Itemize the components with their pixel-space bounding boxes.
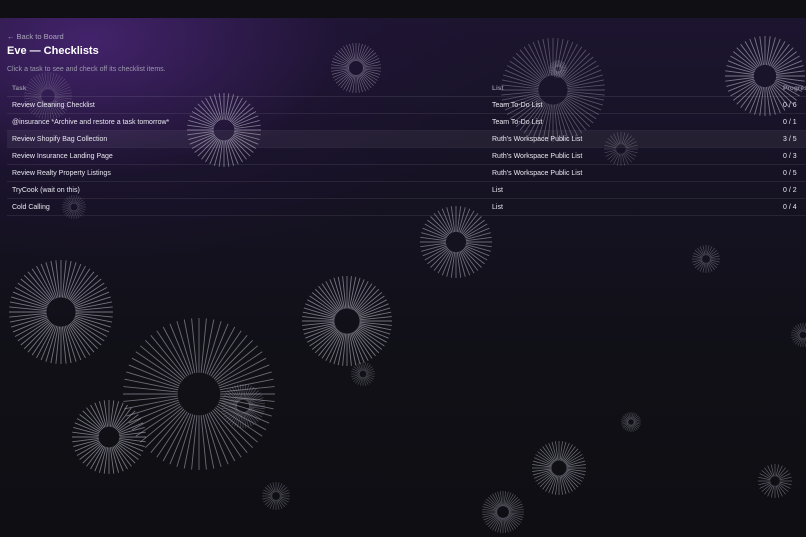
table-row[interactable]: Review Shopify Bag Collection Ruth's Wor… (7, 130, 806, 148)
task-name: @insurance *Archive and restore a task t… (7, 113, 487, 131)
column-header-list: List (487, 80, 778, 97)
list-name: List (487, 181, 778, 199)
list-name: Team To-Do List (487, 113, 778, 131)
page-subtitle: Click a task to see and check off its ch… (7, 66, 166, 73)
checklist-table: Task List Progress Review Cleaning Check… (7, 80, 806, 216)
column-header-progress: Progress (778, 80, 806, 97)
checklist-progress: 0 / 5 (778, 164, 806, 182)
task-name: Review Realty Property Listings (7, 164, 487, 182)
checklist-progress: 0 / 2 (778, 181, 806, 199)
table-row[interactable]: Cold Calling List 0 / 4 (7, 198, 806, 216)
top-bar (0, 0, 806, 18)
table-row[interactable]: Review Insurance Landing Page Ruth's Wor… (7, 147, 806, 165)
firework-burst (9, 260, 113, 364)
page-title: Eve — Checklists (7, 45, 99, 57)
firework-burst (351, 362, 375, 386)
firework-burst (532, 441, 586, 495)
firework-burst (262, 482, 290, 510)
task-name: TryCook (wait on this) (7, 181, 487, 199)
table-row[interactable]: @insurance *Archive and restore a task t… (7, 113, 806, 131)
task-name: Cold Calling (7, 198, 487, 216)
list-name: Ruth's Workspace Public List (487, 164, 778, 182)
task-name: Review Shopify Bag Collection (7, 130, 487, 148)
table-row[interactable]: Review Realty Property Listings Ruth's W… (7, 164, 806, 182)
firework-burst (621, 412, 641, 432)
checklist-progress: 0 / 4 (778, 198, 806, 216)
checklist-progress: 3 / 5 (778, 130, 806, 148)
firework-burst (72, 400, 146, 474)
firework-burst (302, 276, 392, 366)
list-name: List (487, 198, 778, 216)
task-name: Review Cleaning Checklist (7, 96, 487, 114)
firework-burst (549, 60, 567, 78)
back-to-board-link[interactable]: ← Back to Board (7, 32, 64, 41)
task-name: Review Insurance Landing Page (7, 147, 487, 165)
checklist-progress: 0 / 3 (778, 147, 806, 165)
list-name: Team To-Do List (487, 96, 778, 114)
firework-burst (791, 323, 806, 347)
table-row[interactable]: TryCook (wait on this) List 0 / 2 (7, 181, 806, 199)
firework-burst (221, 384, 265, 428)
list-name: Ruth's Workspace Public List (487, 147, 778, 165)
firework-burst (692, 245, 720, 273)
table-row[interactable]: Review Cleaning Checklist Team To-Do Lis… (7, 96, 806, 114)
firework-burst (758, 464, 792, 498)
checklists-page: ← Back to Board Eve — Checklists Click a … (0, 0, 806, 537)
checklist-progress: 0 / 6 (778, 96, 806, 114)
column-header-task: Task (7, 80, 487, 97)
table-header-row: Task List Progress (7, 80, 806, 97)
firework-burst (420, 206, 492, 278)
firework-burst (482, 491, 524, 533)
checklist-progress: 0 / 1 (778, 113, 806, 131)
firework-burst (123, 318, 275, 470)
back-arrow-icon: ← (7, 32, 15, 41)
list-name: Ruth's Workspace Public List (487, 130, 778, 148)
back-link-label: Back to Board (16, 32, 64, 41)
